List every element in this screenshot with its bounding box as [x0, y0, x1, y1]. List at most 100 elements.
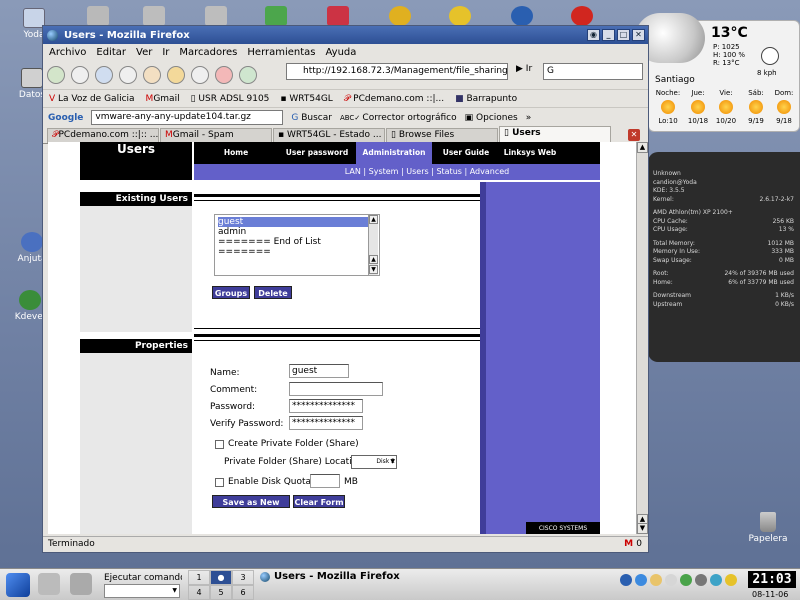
google-logo[interactable]: Google	[48, 113, 83, 123]
disk-quota-checkbox[interactable]	[215, 478, 224, 487]
nav-home[interactable]: Home	[194, 142, 278, 164]
exec-command-input[interactable]: ▼	[104, 584, 180, 598]
desktop-1[interactable]: 1	[188, 570, 210, 585]
k-menu-button[interactable]	[6, 573, 30, 597]
desktop-3[interactable]: 3	[232, 570, 254, 585]
comment-field[interactable]	[289, 382, 383, 396]
delete-button[interactable]: Delete	[254, 286, 292, 299]
tab-browse-files[interactable]: ▯ Browse Files	[386, 128, 498, 143]
scroll-down-icon[interactable]: ▼	[369, 265, 378, 274]
desktop-icon-trash[interactable]: Papelera	[740, 512, 796, 544]
desktop-6[interactable]: 6	[232, 585, 254, 600]
scroll-up-icon[interactable]: ▲	[369, 255, 378, 264]
clock[interactable]: 21:03	[748, 571, 796, 588]
sysmon-value: 13 %	[778, 226, 794, 233]
nav-user-guide[interactable]: User Guide	[432, 142, 500, 164]
url-bar[interactable]: http://192.168.72.3/Management/file_shar…	[286, 63, 508, 80]
menu-ver[interactable]: Ver	[136, 47, 152, 58]
list-item[interactable]: ======= End of List =======	[218, 237, 376, 257]
forward-button[interactable]	[71, 66, 89, 84]
mail-icon[interactable]	[650, 574, 662, 586]
menu-ayuda[interactable]: Ayuda	[326, 47, 357, 58]
search-box[interactable]: G	[543, 63, 643, 80]
sysmon-label: Unknown	[653, 170, 681, 177]
location-select[interactable]: Disk 2 ▼	[351, 455, 397, 469]
audio-icon[interactable]	[695, 574, 707, 586]
tab-users[interactable]: ▯ Users	[499, 126, 611, 143]
bookmark-pcdemano[interactable]: 𝒫 PCdemano.com ::|...	[344, 94, 444, 104]
name-field[interactable]: guest	[289, 364, 349, 378]
clear-form-button[interactable]: Clear Form	[293, 495, 345, 508]
private-folder-checkbox[interactable]	[215, 440, 224, 449]
list-item[interactable]: admin	[218, 227, 376, 237]
close-button[interactable]: ✕	[632, 29, 645, 41]
google-search-button[interactable]: G Buscar	[291, 113, 332, 123]
user-icon[interactable]	[725, 574, 737, 586]
verify-password-field[interactable]: **************	[289, 416, 363, 430]
bookmark-la-voz[interactable]: V La Voz de Galicia	[49, 94, 135, 104]
page-scrollbar[interactable]: ▲ ▲ ▼	[636, 142, 648, 534]
open-folder-button[interactable]	[167, 66, 185, 84]
kopete-icon[interactable]	[665, 574, 677, 586]
scroll-up-icon[interactable]: ▲	[637, 142, 648, 153]
search-icon: G	[291, 112, 302, 123]
bookmark-barrapunto[interactable]: ■ Barrapunto	[455, 94, 517, 104]
tab-pcdemano[interactable]: 𝒫PCdemano.com ::|:: ...	[47, 128, 159, 143]
close-tab-button[interactable]: ✕	[628, 129, 640, 141]
maximize-button[interactable]: □	[617, 29, 630, 41]
back-button[interactable]	[47, 66, 65, 84]
nav-administration[interactable]: Administration	[356, 142, 432, 164]
scroll-down-icon[interactable]: ▼	[637, 523, 648, 534]
users-list[interactable]: guest admin ======= End of List =======	[214, 214, 380, 276]
groups-button[interactable]: Groups	[212, 286, 250, 299]
disk-quota-field[interactable]	[310, 474, 340, 488]
password-field[interactable]: **************	[289, 399, 363, 413]
menu-editar[interactable]: Editar	[96, 47, 126, 58]
save-new-user-button[interactable]: Save as New User	[212, 495, 290, 516]
google-search-input[interactable]: vmware-any-any-update104.tar.gz	[91, 110, 284, 125]
nav-linksys-web[interactable]: Linksys Web	[500, 142, 560, 164]
volume-icon[interactable]	[620, 574, 632, 586]
task-firefox[interactable]: Users - Mozilla Firefox	[258, 571, 616, 584]
tab-wrt54gl[interactable]: ▪ WRT54GL - Estado ...	[273, 128, 385, 143]
stop-button[interactable]	[119, 66, 137, 84]
bookmark-label: PCdemano.com ::|...	[353, 93, 445, 104]
sysmon-label: CPU Cache:	[653, 217, 688, 225]
menu-archivo[interactable]: Archivo	[49, 47, 86, 58]
nav-user-password[interactable]: User password	[278, 142, 356, 164]
window-menu-button[interactable]: ◉	[587, 29, 600, 41]
menu-ir[interactable]: Ir	[162, 47, 169, 58]
more-button[interactable]: »	[526, 113, 532, 123]
bookmark-wrt[interactable]: ▪ WRT54GL	[280, 94, 332, 104]
go-button[interactable]: ▶ Ir	[516, 64, 532, 74]
mail-indicator[interactable]: M 0	[624, 539, 642, 552]
scroll-up-icon[interactable]: ▲	[369, 215, 378, 224]
list-scrollbar[interactable]: ▲ ▲ ▼	[368, 215, 378, 275]
update-icon[interactable]	[680, 574, 692, 586]
history-button[interactable]	[191, 66, 209, 84]
window-titlebar[interactable]: Users - Mozilla Firefox ◉ _ □ ✕	[43, 26, 648, 44]
sync-icon[interactable]	[710, 574, 722, 586]
home-icon[interactable]	[38, 573, 60, 595]
minimize-button[interactable]: _	[602, 29, 615, 41]
bookmark-star-button[interactable]	[215, 66, 233, 84]
settings-icon[interactable]	[70, 573, 92, 595]
bookmark-usr[interactable]: ▯ USR ADSL 9105	[191, 94, 270, 104]
bookmark-gmail[interactable]: MGmail	[146, 94, 180, 104]
home-button[interactable]	[143, 66, 161, 84]
desktop-4[interactable]: 4	[188, 585, 210, 600]
network-icon[interactable]	[635, 574, 647, 586]
speller-button[interactable]: ABC✓ Corrector ortográfico	[340, 113, 457, 123]
menu-herramientas[interactable]: Herramientas	[247, 47, 315, 58]
sub-nav[interactable]: LAN | System | Users | Status | Advanced	[194, 164, 600, 180]
list-item[interactable]: guest	[218, 217, 376, 227]
options-button[interactable]: ▣ Opciones	[465, 113, 518, 123]
menu-marcadores[interactable]: Marcadores	[179, 47, 237, 58]
reload-button[interactable]	[95, 66, 113, 84]
network-button[interactable]	[239, 66, 257, 84]
desktop-2[interactable]: 2●	[210, 570, 232, 585]
weather-details: P: 1025 H: 100 % R: 13°C	[713, 43, 745, 67]
weather-pressure: P: 1025	[713, 43, 740, 51]
tab-gmail[interactable]: MGmail - Spam	[160, 128, 272, 143]
desktop-5[interactable]: 5	[210, 585, 232, 600]
